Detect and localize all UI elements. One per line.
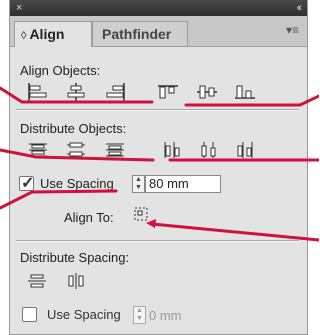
divider [16,240,299,242]
distribute-horizontal-centers-icon[interactable] [198,141,220,159]
distribute-left-edges-icon[interactable] [162,141,184,159]
distribute-top-edges-icon[interactable] [27,141,49,159]
align-to-label: Align To: [64,210,114,225]
distribute-spacing-checkbox[interactable] [22,307,37,322]
checkmark-icon: ✓ [21,175,35,192]
distribute-bottom-edges-icon[interactable] [104,141,126,159]
spacing-stepper[interactable]: ▲ ▼ [132,175,145,193]
align-bottom-edges-icon[interactable] [234,83,256,101]
distribute-vertical-space-icon[interactable] [26,272,48,290]
panel-menu-icon[interactable]: ▾≡ [286,23,299,37]
tab-pathfinder-label: Pathfinder [102,26,172,42]
distribute-objects-label: Distribute Objects: [20,121,127,136]
distribute-right-edges-icon[interactable] [234,141,256,159]
spacing-value-field[interactable]: 80 mm [145,175,221,193]
tab-row: ◊ Align Pathfinder [10,16,307,47]
align-objects-label: Align Objects: [20,63,101,78]
align-horizontal-centers-icon[interactable] [65,83,87,101]
align-right-edges-icon[interactable] [104,83,126,101]
distribute-horizontal-space-icon[interactable] [65,272,87,290]
align-to-selection-icon[interactable] [133,206,151,224]
tab-align-label: Align [29,26,65,42]
use-spacing-checkbox[interactable]: ✓ [19,175,35,192]
align-panel: × ‹‹ ◊ Align Pathfinder ▾≡ Align Objects:… [9,0,308,335]
tab-arrows-icon: ◊ [21,30,27,42]
align-vertical-centers-icon[interactable] [196,83,218,101]
distribute-spacing-value[interactable]: 0 mm [149,308,182,323]
distribute-spacing-label: Distribute Spacing: [20,250,130,265]
tab-pathfinder[interactable]: Pathfinder [92,21,188,46]
align-top-edges-icon[interactable] [157,83,179,101]
distribute-spacing-stepper[interactable]: ▲ ▼ [133,306,146,324]
divider [16,109,299,111]
distribute-vertical-centers-icon[interactable] [65,141,87,159]
collapse-icon[interactable]: ‹‹ [297,1,303,15]
distribute-use-spacing-label: Use Spacing [47,307,121,322]
align-left-edges-icon[interactable] [27,83,49,101]
panel-titlebar: × ‹‹ [10,0,307,16]
close-icon[interactable]: × [16,1,22,15]
use-spacing-label: Use Spacing [40,176,114,191]
tab-align[interactable]: ◊ Align [14,21,92,47]
